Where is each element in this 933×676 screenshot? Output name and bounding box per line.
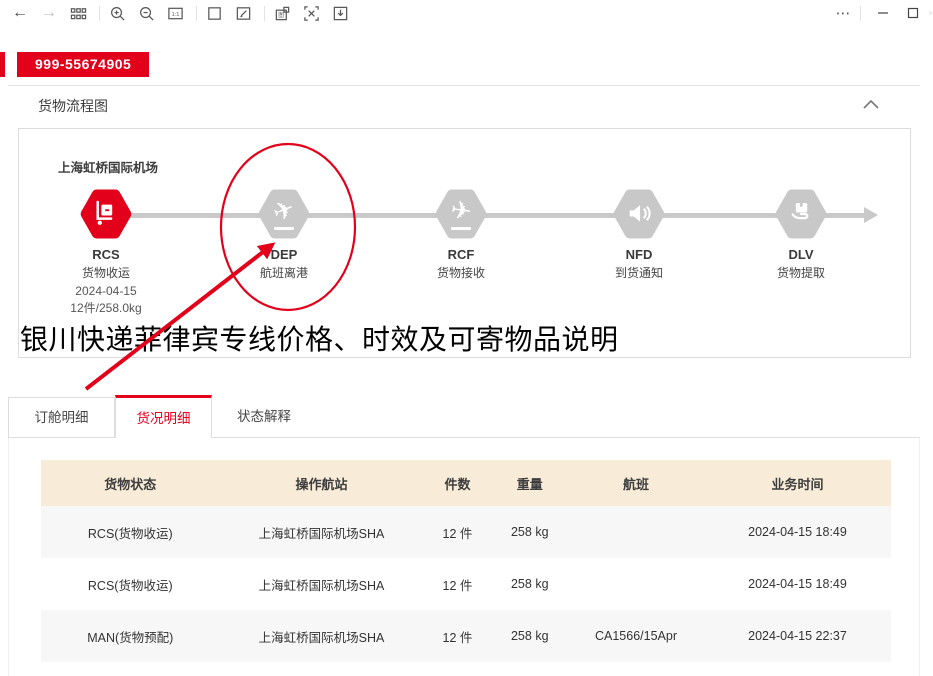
origin-airport-label: 上海虹桥国际机场	[58, 161, 159, 175]
node-code: DLV	[788, 247, 814, 262]
plane-takeoff-icon: ✈	[257, 187, 311, 241]
cargo-status-table: 货物状态 操作航站 件数 重量 航班 业务时间 RCS(货物收运) 上海虹桥国际机场SHA 1…	[41, 460, 891, 662]
flow-node-dep: ✈ DEP 航班离港	[214, 187, 354, 283]
grid-icon[interactable]	[68, 3, 88, 23]
toolbar-divider	[99, 5, 100, 21]
column-header: 操作航站	[219, 460, 424, 506]
table-cell	[568, 558, 704, 610]
column-header: 业务时间	[704, 460, 891, 506]
tab-panel: 货物状态 操作航站 件数 重量 航班 业务时间 RCS(货物收运) 上海虹桥国际机场SHA 1…	[8, 438, 920, 676]
edit-icon[interactable]	[233, 3, 253, 23]
node-name: 航班离港	[259, 266, 308, 280]
zoom-out-icon[interactable]	[136, 3, 156, 23]
node-code: RCS	[92, 247, 120, 262]
table-cell: 258 kg	[510, 577, 549, 591]
fit-page-icon[interactable]	[204, 3, 224, 23]
flow-node-dlv: DLV 货物提取	[731, 187, 871, 283]
table-cell	[568, 506, 704, 558]
titlebar-toolbar: ← → 1:1 图 ⋯	[0, 0, 933, 26]
close-icon[interactable]	[928, 2, 933, 24]
maximize-icon[interactable]	[898, 2, 928, 24]
minimize-icon[interactable]	[868, 2, 898, 24]
table-row: RCS(货物收运) 上海虹桥国际机场SHA 12 件 258 kg 2024-04-15…	[41, 506, 891, 558]
column-header: 件数	[423, 460, 492, 506]
extract-text-icon[interactable]	[301, 3, 321, 23]
table-row: RCS(货物收运) 上海虹桥国际机场SHA 12 件 258 kg 2024-04-15…	[41, 558, 891, 610]
node-date: 2024-04-15	[75, 284, 137, 298]
table-cell: RCS(货物收运)	[87, 526, 173, 541]
zoom-in-icon[interactable]	[107, 3, 127, 23]
svg-text:1:1: 1:1	[171, 11, 179, 17]
flow-node-nfd: NFD 到货通知	[569, 187, 709, 283]
table-cell: RCS(货物收运)	[87, 578, 173, 593]
table-cell: 上海虹桥国际机场SHA	[258, 578, 385, 593]
table-cell: 2024-04-15 22:37	[748, 629, 847, 643]
table-cell: 258 kg	[510, 629, 549, 643]
copy-image-icon[interactable]: 图	[272, 3, 292, 23]
node-name: 货物接收	[436, 266, 485, 280]
table-cell: 2024-04-15 18:49	[748, 577, 847, 591]
table-cell: 上海虹桥国际机场SHA	[258, 526, 385, 541]
plane-landing-icon: ✈	[434, 187, 488, 241]
ratio-1-1-icon[interactable]: 1:1	[165, 3, 185, 23]
awb-number-badge: 999-55674905	[17, 52, 150, 77]
section-title: 货物流程图	[38, 98, 108, 114]
flow-node-rcf: ✈ RCF 货物接收	[391, 187, 531, 283]
forward-icon[interactable]: →	[39, 3, 59, 23]
app-window: ← → 1:1 图 ⋯ 999-55674905 货物流程图 上海虹桥国际机场 RCS…	[0, 0, 933, 676]
column-header: 重量	[491, 460, 568, 506]
back-icon[interactable]: ←	[10, 3, 30, 23]
left-edge-accent-bar	[0, 52, 5, 77]
node-name: 到货通知	[614, 266, 663, 280]
section-divider	[8, 85, 920, 86]
toolbar-icon-group: ← → 1:1 图	[10, 3, 359, 23]
node-pieces: 12件/258.0kg	[70, 301, 142, 315]
toolbar-divider	[860, 5, 861, 21]
table-row: MAN(货物预配) 上海虹桥国际机场SHA 12 件 258 kg CA1566/15A…	[41, 610, 891, 662]
node-code: NFD	[625, 247, 653, 262]
table-cell: 12 件	[442, 578, 473, 593]
table-cell: 上海虹桥国际机场SHA	[258, 630, 385, 645]
node-name: 货物提取	[776, 266, 825, 280]
tab-cargo-status-detail[interactable]: 货况明细	[115, 395, 212, 438]
trolley-icon	[79, 187, 133, 241]
more-icon[interactable]: ⋯	[828, 2, 858, 24]
table-cell: 12 件	[442, 526, 473, 541]
svg-text:图: 图	[278, 10, 284, 18]
column-header: 货物状态	[41, 460, 220, 506]
tab-status-explanation[interactable]: 状态解释	[212, 397, 316, 437]
column-header: 航班	[568, 460, 704, 506]
toolbar-divider	[196, 5, 197, 21]
tab-booking-detail[interactable]: 订舱明细	[8, 397, 115, 437]
window-controls: ⋯	[828, 0, 933, 26]
toolbar-divider	[264, 5, 265, 21]
table-cell: CA1566/15Apr	[594, 629, 677, 643]
table-cell: 2024-04-15 18:49	[748, 525, 847, 539]
table-cell: 12 件	[442, 630, 473, 645]
table-cell: 258 kg	[510, 525, 549, 539]
node-name: 货物收运	[81, 266, 130, 280]
overlay-headline: 银川快递菲律宾专线价格、时效及可寄物品说明	[20, 324, 619, 355]
flow-node-rcs: RCS 货物收运 2024-04-15 12件/258.0kg	[36, 187, 176, 317]
speaker-icon	[612, 187, 666, 241]
table-cell: MAN(货物预配)	[87, 630, 174, 645]
table-header-row: 货物状态 操作航站 件数 重量 航班 业务时间	[41, 460, 891, 506]
chevron-up-icon[interactable]	[862, 98, 880, 110]
node-code: DEP	[270, 247, 298, 262]
save-download-icon[interactable]	[330, 3, 350, 23]
node-code: RCF	[447, 247, 475, 262]
hand-box-icon	[774, 187, 828, 241]
